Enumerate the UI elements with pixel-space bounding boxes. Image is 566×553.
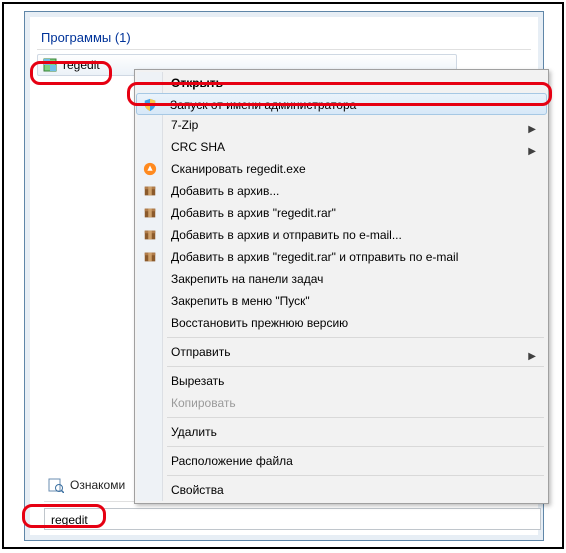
search-result-label: regedit (63, 58, 100, 72)
menu-cut[interactable]: Вырезать (137, 370, 546, 392)
winrar-icon (142, 183, 158, 199)
menu-file-location[interactable]: Расположение файла (137, 450, 546, 472)
menu-open-label: Открыть (171, 76, 223, 90)
menu-run-as-admin-label: Запуск от имени администратора (170, 98, 356, 112)
menu-copy[interactable]: Копировать (137, 392, 546, 414)
search-input[interactable]: regedit (44, 508, 541, 530)
menu-file-location-label: Расположение файла (171, 454, 293, 468)
menu-restore-previous-label: Восстановить прежнюю версию (171, 316, 348, 330)
menu-add-archive-named[interactable]: Добавить в архив "regedit.rar" (137, 202, 546, 224)
menu-separator (167, 337, 544, 338)
menu-pin-start[interactable]: Закрепить в меню "Пуск" (137, 290, 546, 312)
menu-properties-label: Свойства (171, 483, 224, 497)
menu-open[interactable]: Открыть (137, 72, 546, 94)
menu-copy-label: Копировать (171, 396, 236, 410)
menu-properties[interactable]: Свойства (137, 479, 546, 501)
menu-pin-taskbar[interactable]: Закрепить на панели задач (137, 268, 546, 290)
menu-restore-previous[interactable]: Восстановить прежнюю версию (137, 312, 546, 334)
menu-scan-label: Сканировать regedit.exe (171, 162, 306, 176)
menu-archive-email[interactable]: Добавить в архив и отправить по e-mail..… (137, 224, 546, 246)
menu-separator (167, 475, 544, 476)
menu-delete[interactable]: Удалить (137, 421, 546, 443)
menu-crc-sha-label: CRC SHA (171, 140, 225, 154)
menu-scan[interactable]: Сканировать regedit.exe (137, 158, 546, 180)
context-menu: Открыть Запуск от имени администратора 7… (134, 69, 549, 504)
menu-pin-taskbar-label: Закрепить на панели задач (171, 272, 323, 286)
menu-7zip[interactable]: 7-Zip ▶ (137, 114, 546, 136)
menu-separator (167, 446, 544, 447)
menu-send-to-label: Отправить (171, 345, 231, 359)
see-more-label: Ознакоми (70, 478, 125, 492)
winrar-icon (142, 249, 158, 265)
menu-run-as-admin[interactable]: Запуск от имени администратора (136, 93, 547, 115)
programs-header-text: Программы (1) (41, 30, 131, 45)
menu-archive-named-email[interactable]: Добавить в архив "regedit.rar" и отправи… (137, 246, 546, 268)
menu-archive-named-email-label: Добавить в архив "regedit.rar" и отправи… (171, 250, 458, 264)
menu-add-archive-label: Добавить в архив... (171, 184, 279, 198)
winrar-icon (142, 227, 158, 243)
regedit-icon (42, 57, 58, 73)
menu-crc-sha[interactable]: CRC SHA ▶ (137, 136, 546, 158)
menu-cut-label: Вырезать (171, 374, 224, 388)
search-results-icon (48, 477, 64, 493)
menu-send-to[interactable]: Отправить ▶ (137, 341, 546, 363)
avast-icon (142, 161, 158, 177)
menu-delete-label: Удалить (171, 425, 217, 439)
search-input-value: regedit (51, 513, 88, 527)
winrar-icon (142, 205, 158, 221)
menu-7zip-label: 7-Zip (171, 118, 198, 132)
shield-icon (142, 97, 158, 113)
menu-separator (167, 417, 544, 418)
menu-archive-email-label: Добавить в архив и отправить по e-mail..… (171, 228, 402, 242)
menu-pin-start-label: Закрепить в меню "Пуск" (171, 294, 310, 308)
chevron-right-icon: ▶ (528, 346, 536, 368)
results-header: Программы (1) (37, 24, 531, 50)
menu-add-archive[interactable]: Добавить в архив... (137, 180, 546, 202)
menu-add-archive-named-label: Добавить в архив "regedit.rar" (171, 206, 336, 220)
menu-separator (167, 366, 544, 367)
